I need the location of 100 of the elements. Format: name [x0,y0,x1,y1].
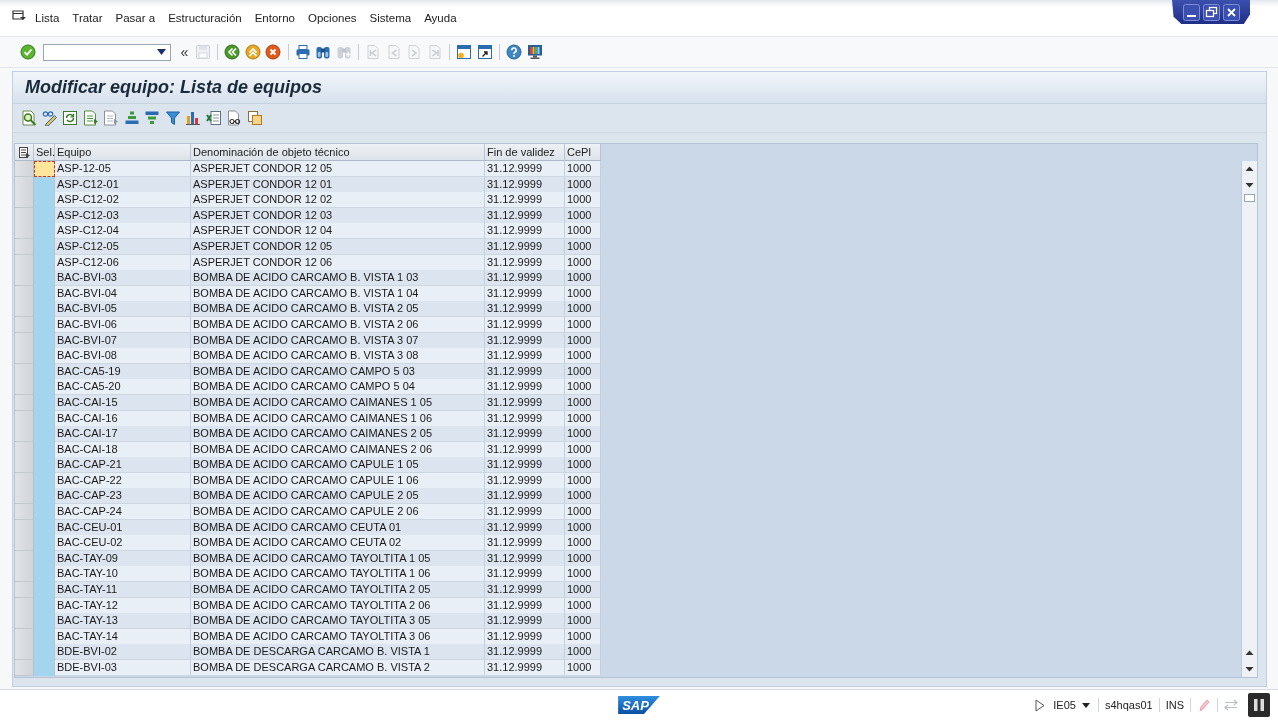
table-cell: 1000 [565,379,601,396]
menu-item[interactable]: Pasar a [115,12,156,24]
menu-item[interactable]: Tratar [72,12,103,24]
row-selector[interactable] [15,488,34,505]
table-cell: BOMBA DE ACIDO CARCAMO CAMPO 5 04 [191,379,485,396]
exit-icon[interactable] [244,44,261,60]
menu-icon[interactable] [12,9,27,23]
menu-item[interactable]: Opciones [308,12,357,24]
column-header[interactable]: Denominación de objeto técnico [191,144,485,161]
table-cell: 31.12.9999 [485,192,565,209]
table-cell: BAC-CEU-02 [55,535,191,552]
scroll-thumb[interactable] [1244,194,1255,202]
table-cell: ASPERJET CONDOR 12 02 [191,192,485,209]
document-glasses-icon[interactable] [226,110,243,126]
column-header[interactable]: Equipo [55,144,191,161]
close-icon[interactable] [1222,3,1240,21]
play-icon[interactable] [1035,698,1046,712]
pencil-glasses-icon[interactable] [41,110,58,126]
layout-icon[interactable] [246,110,263,126]
table-cell: 1000 [565,644,601,661]
sort-ascending-icon[interactable] [123,110,140,126]
sort-descending-icon[interactable] [144,110,161,126]
restore-icon[interactable] [1202,3,1220,21]
pencil-icon[interactable] [1197,698,1211,712]
bar-chart-icon[interactable] [185,110,202,126]
pause-icon[interactable] [1248,693,1270,717]
deselect-all-icon[interactable] [103,110,120,126]
new-window-icon[interactable] [456,44,473,60]
table-cell: BDE-BVI-02 [55,644,191,661]
back-icon[interactable] [224,44,241,60]
table-cell: ASPERJET CONDOR 12 04 [191,223,485,240]
table-cell: 31.12.9999 [485,566,565,583]
table-cell: 31.12.9999 [485,613,565,630]
table-cell: 1000 [565,223,601,240]
select-all-icon[interactable] [82,110,99,126]
check-icon[interactable] [20,44,37,60]
row-selector[interactable] [15,535,34,552]
table-cell: 31.12.9999 [485,582,565,599]
row-selector[interactable] [15,301,34,318]
table-cell: BOMBA DE ACIDO CARCAMO CEUTA 02 [191,535,485,552]
table-cell: 1000 [565,660,601,676]
row-selector[interactable] [15,379,34,396]
monitor-icon[interactable] [526,44,543,60]
table-cell: 31.12.9999 [485,426,565,443]
table-cell: 1000 [565,504,601,521]
vertical-scrollbar[interactable] [1241,161,1257,677]
collapse-toggle[interactable]: « [176,44,193,60]
table-cell: 1000 [565,613,601,630]
menu-item[interactable]: Lista [35,12,60,24]
column-header[interactable]: Fin de validez [485,144,565,161]
menu-item[interactable]: Ayuda [424,12,457,24]
spreadsheet-icon[interactable] [205,110,222,126]
row-selector[interactable] [15,582,34,599]
menu-item[interactable]: Estructuración [168,12,242,24]
table-cell: 1000 [565,488,601,505]
row-selector[interactable] [15,270,34,287]
refresh-icon[interactable] [62,110,79,126]
row-selector[interactable] [15,566,34,583]
minimize-icon[interactable] [1182,3,1200,21]
arrows-icon[interactable] [1224,698,1238,712]
binoculars-icon[interactable] [315,44,332,60]
table-cell: BAC-BVI-08 [55,348,191,365]
table-cell: ASPERJET CONDOR 12 05 [191,161,485,177]
menu-item[interactable]: Entorno [254,12,295,24]
table-cell: BOMBA DE ACIDO CARCAMO TAYOLTITA 2 05 [191,582,485,599]
document-magnifier-icon[interactable] [21,110,38,126]
row-selector[interactable] [15,426,34,443]
column-header[interactable]: Sel. [34,144,55,161]
row-selector[interactable] [15,660,34,676]
table-cell: BOMBA DE ACIDO CARCAMO TAYOLTITA 3 05 [191,613,485,630]
table-settings-icon[interactable] [18,146,30,158]
row-selector[interactable] [15,504,34,521]
table-cell: BOMBA DE ACIDO CARCAMO CAIMANES 2 05 [191,426,485,443]
row-selector[interactable] [15,192,34,209]
menu-item[interactable]: Sistema [369,12,412,24]
row-selector[interactable] [15,223,34,240]
caret-icon[interactable] [1081,702,1090,708]
transaction-dropdown[interactable]: IE05 [1051,699,1092,711]
table-cell: BOMBA DE ACIDO CARCAMO B. VISTA 2 05 [191,301,485,318]
table-cell: 1000 [565,301,601,318]
table-cell: ASP-C12-04 [55,223,191,240]
filter-icon[interactable] [164,110,181,126]
command-field[interactable] [42,43,171,61]
table-cell: 1000 [565,270,601,287]
row-selector[interactable] [15,348,34,365]
row-selector[interactable] [15,613,34,630]
table-cell: BAC-TAY-11 [55,582,191,599]
caret-icon[interactable] [156,49,166,55]
cancel-icon[interactable] [265,44,282,60]
table-cell: 31.12.9999 [485,348,565,365]
help-icon[interactable] [506,44,523,60]
row-selector[interactable] [15,457,34,474]
input-mode[interactable]: INS [1165,699,1184,711]
shortcut-window-icon[interactable] [476,44,493,60]
table-cell: 31.12.9999 [485,223,565,240]
print-icon[interactable] [294,44,311,60]
selection-cell[interactable] [34,660,55,676]
row-selector[interactable] [15,644,34,661]
selection-cell[interactable] [34,161,55,177]
column-header[interactable]: CePl [565,144,601,161]
